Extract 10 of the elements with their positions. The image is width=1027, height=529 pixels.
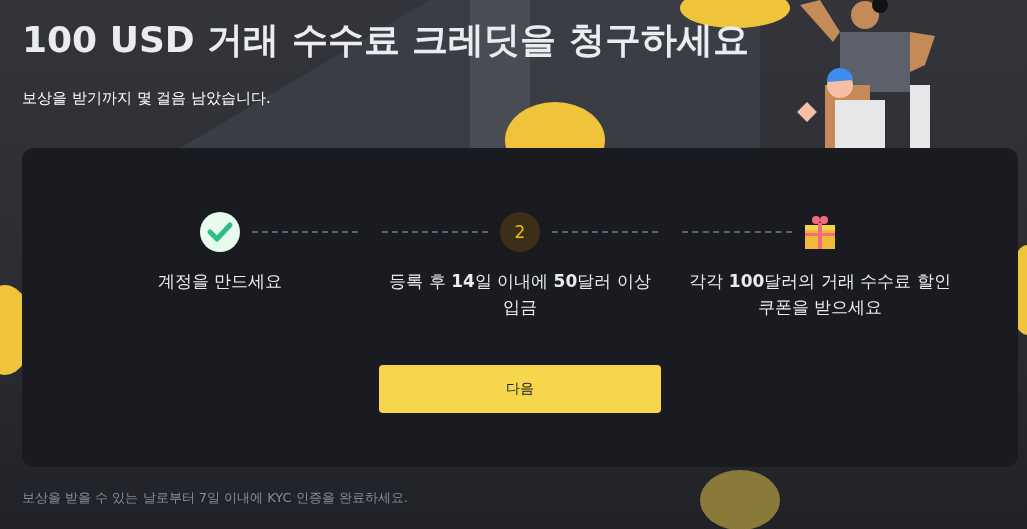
step-label: 각각 100달러의 거래 수수료 할인 쿠폰을 받으세요: [688, 270, 952, 319]
checkmark-icon: [200, 212, 240, 252]
subtitle-text: 보상을 받기까지 몇 걸음 남았습니다.: [22, 88, 272, 108]
step-label: 등록 후 14일 이내에 50달러 이상 입금: [388, 270, 652, 319]
page-title: 100 USD 거래 수수료 크레딧을 청구하세요: [22, 18, 749, 62]
step-number: 2: [500, 212, 540, 252]
step-label: 계정을 만드세요: [156, 270, 284, 293]
footnote-text: 보상을 받을 수 있는 날로부터 7일 이내에 KYC 인증을 완료하세요.: [22, 489, 409, 507]
next-button[interactable]: 다음: [379, 365, 661, 413]
gift-icon: [804, 215, 836, 249]
